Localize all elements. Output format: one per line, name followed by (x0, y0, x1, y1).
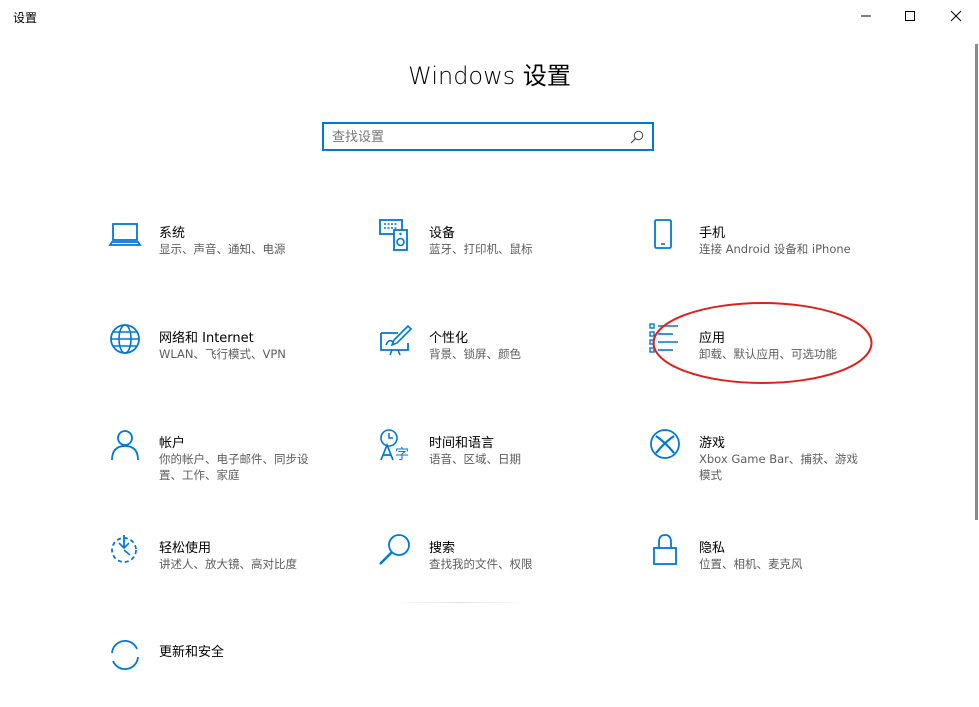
laptop-icon (108, 223, 142, 246)
page-title: Windows 设置 (408, 62, 571, 90)
title-bar: 设置 (0, 0, 979, 32)
close-button[interactable] (933, 0, 979, 32)
tile-personalization[interactable]: 个性化 背景、锁屏、颜色 (378, 323, 628, 393)
tile-title: 搜索 (429, 541, 456, 556)
tile-title: 轻松使用 (159, 541, 212, 556)
tile-description: WLAN、飞行模式、VPN (159, 347, 286, 361)
tile-title: 帐户 (159, 436, 186, 451)
personalization-icon (380, 324, 413, 356)
tile-time-language[interactable]: 字 时间和语言 语音、区域、日期 (378, 428, 628, 498)
maximize-button[interactable] (887, 0, 933, 32)
globe-icon (110, 324, 140, 354)
tile-description: Xbox Game Bar、捕获、游戏模式 (699, 452, 858, 482)
tile-gaming[interactable]: 游戏 Xbox Game Bar、捕获、游戏模式 (648, 428, 898, 498)
tile-description: 连接 Android 设备和 iPhone (699, 242, 851, 256)
svg-text:字: 字 (395, 447, 409, 463)
tile-title: 时间和语言 (429, 436, 495, 451)
tile-title: 设备 (429, 226, 456, 241)
tile-network[interactable]: 网络和 Internet WLAN、飞行模式、VPN (108, 323, 358, 393)
tile-title: 网络和 Internet (159, 331, 254, 346)
window-title: 设置 (13, 11, 38, 25)
tile-description: 位置、相机、麦克风 (699, 557, 803, 571)
tile-description: 语音、区域、日期 (429, 452, 521, 466)
tile-phone[interactable]: 手机 连接 Android 设备和 iPhone (648, 218, 898, 288)
minimize-icon (861, 15, 871, 17)
lock-icon (653, 534, 677, 565)
tile-ease-of-access[interactable]: 轻松使用 讲述人、放大镜、高对比度 (108, 533, 358, 603)
tile-title: 隐私 (699, 541, 726, 556)
minimize-button[interactable] (843, 0, 889, 32)
tile-title: 手机 (699, 226, 726, 241)
time-language-icon: 字 (380, 429, 409, 463)
divider (390, 602, 530, 603)
tile-description: 讲述人、放大镜、高对比度 (159, 557, 297, 571)
tile-description: 蓝牙、打印机、鼠标 (429, 242, 533, 256)
maximize-icon (905, 11, 915, 21)
xbox-icon (650, 429, 680, 459)
search-icon[interactable] (630, 130, 644, 144)
annotation-ellipse (652, 302, 873, 384)
tile-accounts[interactable]: 帐户 你的帐户、电子邮件、同步设置、工作、家庭 (108, 428, 358, 498)
tile-description: 显示、声音、通知、电源 (159, 242, 286, 256)
person-icon (111, 430, 139, 461)
close-icon (950, 10, 962, 22)
tile-system[interactable]: 系统 显示、声音、通知、电源 (108, 218, 358, 288)
tile-description: 背景、锁屏、颜色 (429, 347, 521, 361)
scrollbar[interactable] (975, 44, 978, 520)
search-input[interactable] (332, 127, 622, 147)
phone-icon (654, 219, 672, 249)
search-magnifier-icon (379, 534, 410, 565)
tile-title: 游戏 (699, 436, 726, 451)
tile-title: 更新和安全 (159, 645, 225, 660)
tile-devices[interactable]: 设备 蓝牙、打印机、鼠标 (378, 218, 628, 288)
tile-description: 查找我的文件、权限 (429, 557, 533, 571)
tile-title: 系统 (159, 226, 186, 241)
update-icon (111, 640, 139, 670)
tile-search[interactable]: 搜索 查找我的文件、权限 (378, 533, 628, 603)
ease-of-access-icon (111, 535, 137, 563)
tile-description: 你的帐户、电子邮件、同步设置、工作、家庭 (159, 452, 309, 482)
devices-icon (379, 219, 408, 251)
tile-title: 个性化 (429, 331, 469, 346)
tile-privacy[interactable]: 隐私 位置、相机、麦克风 (648, 533, 898, 603)
tile-update-security[interactable]: 更新和安全 (108, 637, 358, 707)
search-box[interactable] (322, 122, 654, 151)
